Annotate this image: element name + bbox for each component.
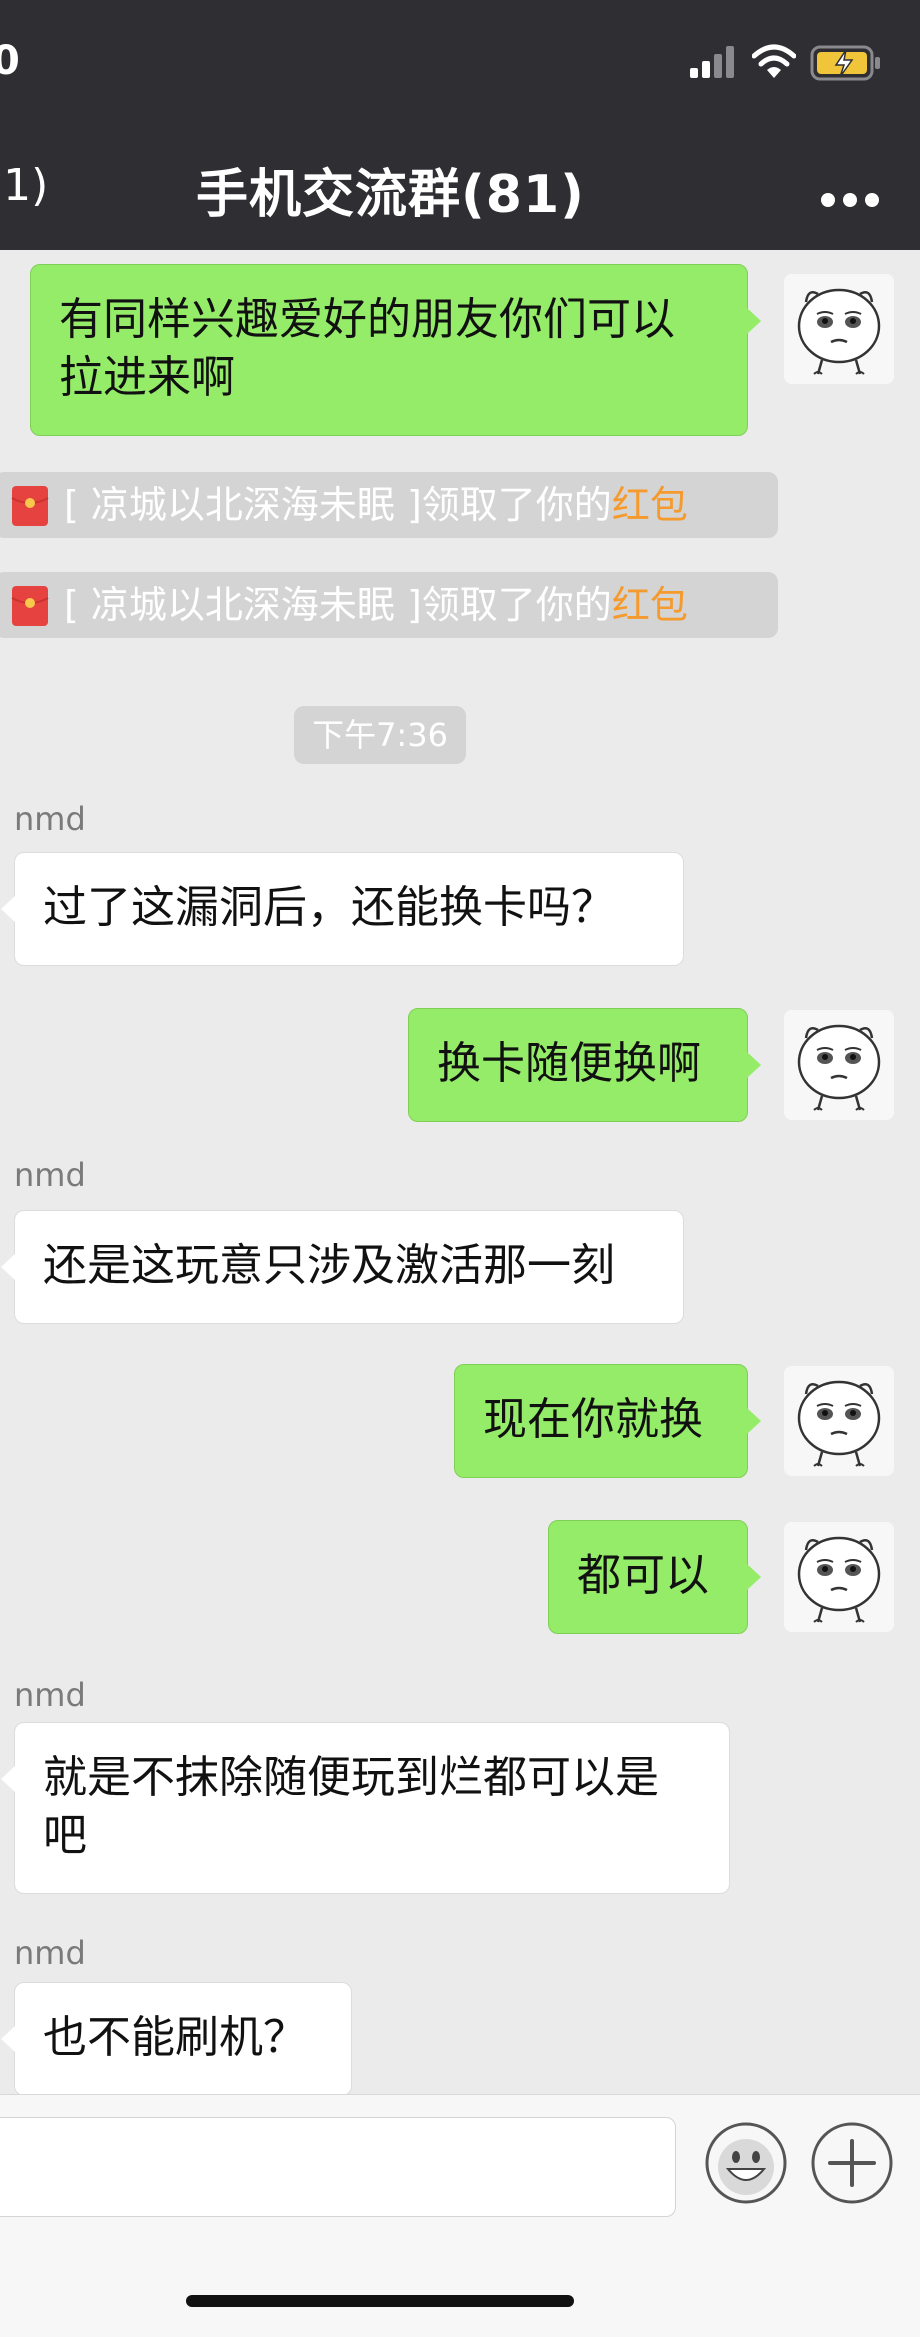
outgoing-message[interactable]: 都可以 [548, 1520, 748, 1634]
more-dots-icon[interactable] [818, 190, 882, 210]
message-line: 拉进来啊 [59, 352, 235, 403]
bubble-tail [747, 1564, 761, 1590]
bubble-tail [1, 896, 15, 922]
message-line: 过了这漏洞后，还能换卡吗？ [43, 882, 615, 933]
message-line: 有同样兴趣爱好的朋友你们可以 [59, 294, 675, 345]
red-packet-notice: [ 凉城以北深海未眠 ]领取了你的红包 [0, 572, 778, 638]
outgoing-message[interactable]: 换卡随便换啊 [408, 1008, 748, 1122]
status-time: 0 [0, 38, 21, 84]
incoming-message[interactable]: 过了这漏洞后，还能换卡吗？ [14, 852, 684, 966]
incoming-message[interactable]: 还是这玩意只涉及激活那一刻 [14, 1210, 684, 1324]
home-indicator[interactable] [186, 2295, 574, 2307]
incoming-message[interactable]: 就是不抹除随便玩到烂都可以是 吧 [14, 1722, 730, 1894]
avatar[interactable] [784, 1010, 894, 1120]
plus-icon[interactable] [810, 2121, 894, 2205]
message-line: 就是不抹除随便玩到烂都可以是 [43, 1752, 659, 1803]
message-timestamp: 下午7:36 [294, 706, 466, 764]
avatar[interactable] [784, 274, 894, 384]
bubble-tail [747, 308, 761, 334]
sender-name: nmd [14, 800, 86, 838]
sender-name: nmd [14, 1676, 86, 1714]
red-packet-link[interactable]: 红包 [612, 483, 688, 527]
bubble-tail [747, 1408, 761, 1434]
message-line: 换卡随便换啊 [437, 1038, 701, 1089]
notice-text: [ 凉城以北深海未眠 ]领取了你的 [64, 583, 612, 627]
bubble-tail [747, 1052, 761, 1078]
red-packet-icon [10, 586, 50, 626]
cellular-signal-icon [690, 46, 734, 78]
sender-name: nmd [14, 1156, 86, 1194]
sender-name: nmd [14, 1934, 86, 1972]
back-unread-count: (1) [0, 160, 49, 211]
avatar[interactable] [784, 1366, 894, 1476]
battery-charging-icon [810, 45, 880, 81]
message-input[interactable] [0, 2117, 676, 2217]
chat-title: 手机交流群(81) [196, 165, 585, 225]
bubble-tail [1, 1766, 15, 1792]
bubble-tail [1, 2026, 15, 2052]
message-line: 都可以 [577, 1550, 709, 1601]
back-button[interactable]: (1) [0, 160, 48, 211]
incoming-message[interactable]: 也不能刷机？ [14, 1982, 352, 2094]
message-line: 现在你就换 [483, 1394, 703, 1445]
red-packet-link[interactable]: 红包 [612, 583, 688, 627]
message-line: 吧 [43, 1810, 87, 1861]
wifi-icon [752, 44, 796, 78]
red-packet-icon [10, 486, 50, 526]
red-packet-notice: [ 凉城以北深海未眠 ]领取了你的红包 [0, 472, 778, 538]
notice-text: [ 凉城以北深海未眠 ]领取了你的 [64, 483, 612, 527]
message-line: 也不能刷机？ [43, 2012, 307, 2063]
bubble-tail [1, 1254, 15, 1280]
emoji-face-icon[interactable] [704, 2121, 788, 2205]
outgoing-message[interactable]: 现在你就换 [454, 1364, 748, 1478]
message-list[interactable]: 有同样兴趣爱好的朋友你们可以 拉进来啊 [ 凉城以北深海未眠 ]领取了你的红包 … [0, 250, 920, 2094]
avatar[interactable] [784, 1522, 894, 1632]
message-line: 还是这玩意只涉及激活那一刻 [43, 1240, 615, 1291]
outgoing-message[interactable]: 有同样兴趣爱好的朋友你们可以 拉进来啊 [30, 264, 748, 436]
chat-header: (1) 手机交流群(81) [0, 120, 920, 250]
input-bar [0, 2094, 920, 2337]
status-bar: 0 [0, 0, 920, 120]
